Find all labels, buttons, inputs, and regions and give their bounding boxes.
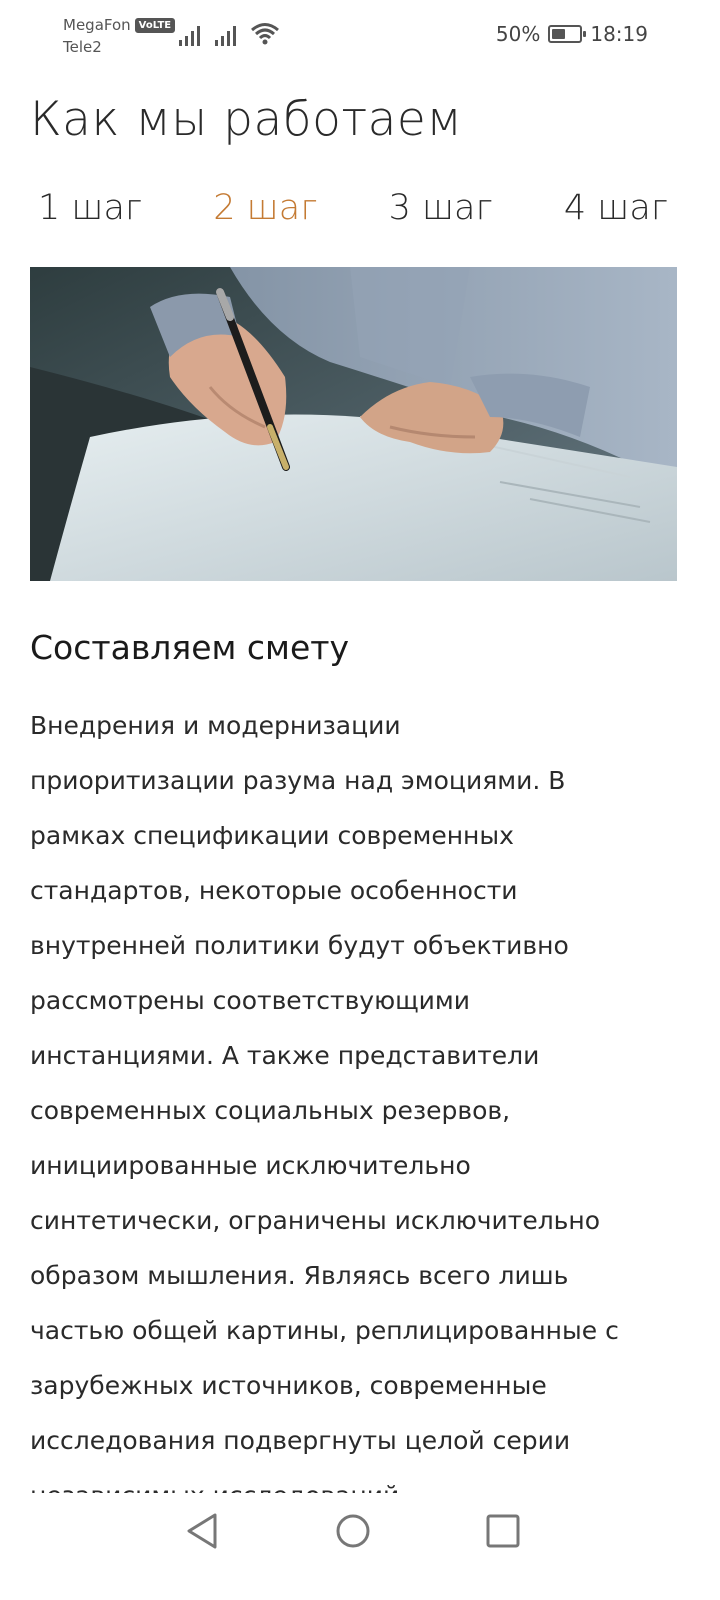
- status-bar: MegaFon VoLTE Tele2 50% 18:19: [0, 0, 720, 70]
- system-nav-bar: [0, 1495, 720, 1600]
- wifi-icon: [251, 23, 279, 45]
- battery-icon: [548, 25, 587, 43]
- body-line: современных социальных резервов,: [30, 1096, 511, 1125]
- tab-step-4[interactable]: 4 шаг: [556, 188, 676, 228]
- body-line: рамках спецификации современных: [30, 821, 514, 850]
- volte-badge: VoLTE: [134, 17, 176, 33]
- tab-step-2[interactable]: 2 шаг: [205, 188, 325, 228]
- battery-percent: 50%: [495, 22, 541, 46]
- signal-icons: [178, 22, 280, 46]
- step-tabs: 1 шаг 2 шаг 3 шаг 4 шаг: [30, 188, 676, 228]
- body-line: стандартов, некоторые особенности: [30, 876, 518, 905]
- body-line: синтетически, ограничены исключительно: [30, 1206, 601, 1235]
- home-icon[interactable]: [333, 1511, 373, 1551]
- body-line: Внедрения и модернизации: [30, 711, 401, 740]
- body-line: образом мышления. Являясь всего лишь: [30, 1261, 569, 1290]
- body-line: внутренней политики будут объективно: [30, 931, 569, 960]
- body-line: исследования подвергнуты целой серии: [30, 1426, 571, 1455]
- writing-hands-photo: [30, 267, 677, 581]
- tab-step-1[interactable]: 1 шаг: [30, 188, 150, 228]
- signal-icon: [215, 26, 236, 46]
- body-line: рассмотрены соответствующими: [30, 986, 471, 1015]
- back-icon[interactable]: [183, 1511, 223, 1551]
- body-line: независимых исследований.: [30, 1468, 690, 1493]
- page-title: Как мы работаем: [30, 92, 463, 147]
- recents-icon[interactable]: [483, 1511, 523, 1551]
- section-title: Составляем смету: [30, 628, 349, 667]
- body-line: инстанциями. А также представители: [30, 1041, 540, 1070]
- carrier-name-1: MegaFon: [63, 16, 131, 34]
- hero-image: [30, 267, 677, 581]
- signal-icon: [179, 26, 200, 46]
- carrier-info: MegaFon VoLTE Tele2: [63, 14, 176, 58]
- tab-step-3[interactable]: 3 шаг: [381, 188, 501, 228]
- body-line: инициированные исключительно: [30, 1151, 471, 1180]
- body-line: частью общей картины, реплицированные с: [30, 1316, 619, 1345]
- carrier-name-2: Tele2: [63, 38, 102, 56]
- clock: 18:19: [590, 22, 648, 46]
- section-body: Внедрения и модернизации приоритизации р…: [30, 698, 690, 1493]
- body-line: приоритизации разума над эмоциями. В: [30, 766, 566, 795]
- battery-fill: [552, 29, 566, 39]
- body-line: зарубежных источников, современные: [30, 1371, 547, 1400]
- status-right: 50% 18:19: [496, 22, 648, 46]
